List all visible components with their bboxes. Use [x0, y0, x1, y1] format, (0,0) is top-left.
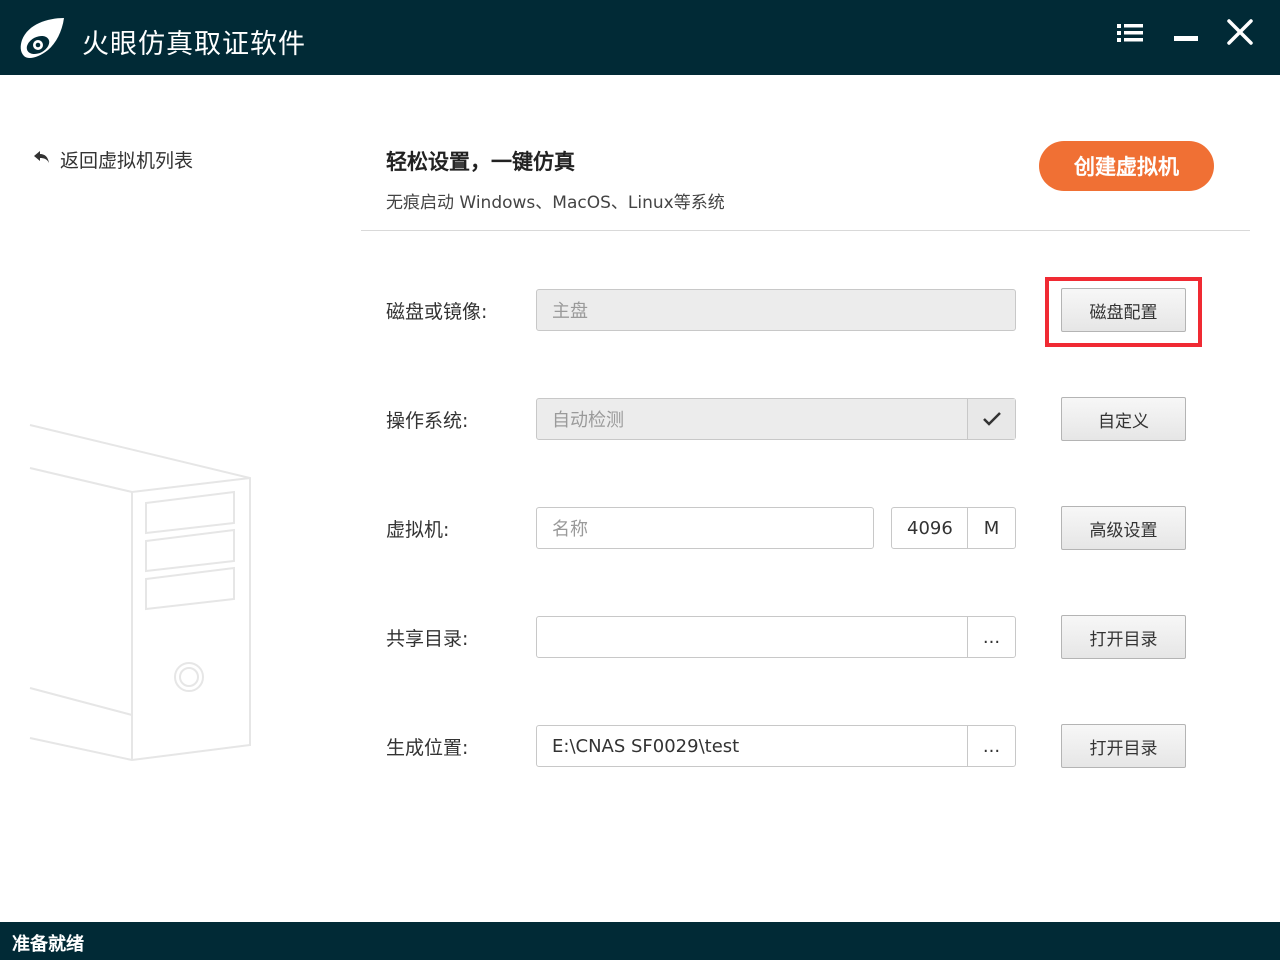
app-title: 火眼仿真取证软件 [82, 29, 306, 60]
back-arrow-icon [32, 149, 52, 169]
page-subheading: 无痕启动 Windows、MacOS、Linux等系统 [386, 193, 725, 213]
highlight-box [1045, 277, 1202, 347]
os-select[interactable]: 自动检测 [536, 398, 1016, 440]
check-icon[interactable] [967, 399, 1015, 439]
share-dir-browse-button[interactable]: ... [967, 617, 1015, 657]
close-icon[interactable] [1220, 16, 1260, 52]
eye-flame-logo-icon [18, 16, 66, 60]
disk-field[interactable]: 主盘 [536, 289, 1016, 331]
status-bar: 准备就绪 [0, 922, 1280, 960]
vm-name-placeholder: 名称 [552, 519, 588, 540]
share-dir-input[interactable]: ... [536, 616, 1016, 658]
os-label: 操作系统: [386, 410, 469, 432]
header-divider [361, 230, 1250, 231]
vm-name-input[interactable]: 名称 [536, 507, 874, 549]
output-label: 生成位置: [386, 737, 469, 759]
output-path-input[interactable]: E:\CNAS SF0029\test ... [536, 725, 1016, 767]
open-output-dir-button[interactable]: 打开目录 [1061, 724, 1186, 768]
create-vm-button[interactable]: 创建虚拟机 [1039, 141, 1214, 191]
status-text: 准备就绪 [12, 934, 84, 955]
output-path-value: E:\CNAS SF0029\test [552, 735, 740, 757]
back-link-label: 返回虚拟机列表 [60, 149, 194, 172]
title-bar: 火眼仿真取证软件 [0, 0, 1280, 75]
share-dir-label: 共享目录: [386, 628, 469, 650]
custom-os-button[interactable]: 自定义 [1061, 397, 1186, 441]
vm-label: 虚拟机: [386, 519, 450, 541]
memory-input[interactable]: 4096 M [891, 507, 1016, 549]
os-value: 自动检测 [552, 410, 624, 431]
disk-label: 磁盘或镜像: [386, 301, 488, 323]
disk-value: 主盘 [552, 301, 588, 322]
memory-unit: M [967, 508, 1015, 548]
list-menu-icon[interactable] [1110, 16, 1150, 52]
page-heading: 轻松设置，一键仿真 [386, 150, 575, 174]
memory-value: 4096 [907, 517, 953, 539]
advanced-settings-button[interactable]: 高级设置 [1061, 506, 1186, 550]
back-to-vm-list-link[interactable]: 返回虚拟机列表 [32, 146, 193, 172]
open-share-dir-button[interactable]: 打开目录 [1061, 615, 1186, 659]
computer-tower-illustration [28, 420, 258, 769]
minimize-icon[interactable] [1165, 16, 1205, 52]
output-browse-button[interactable]: ... [967, 726, 1015, 766]
